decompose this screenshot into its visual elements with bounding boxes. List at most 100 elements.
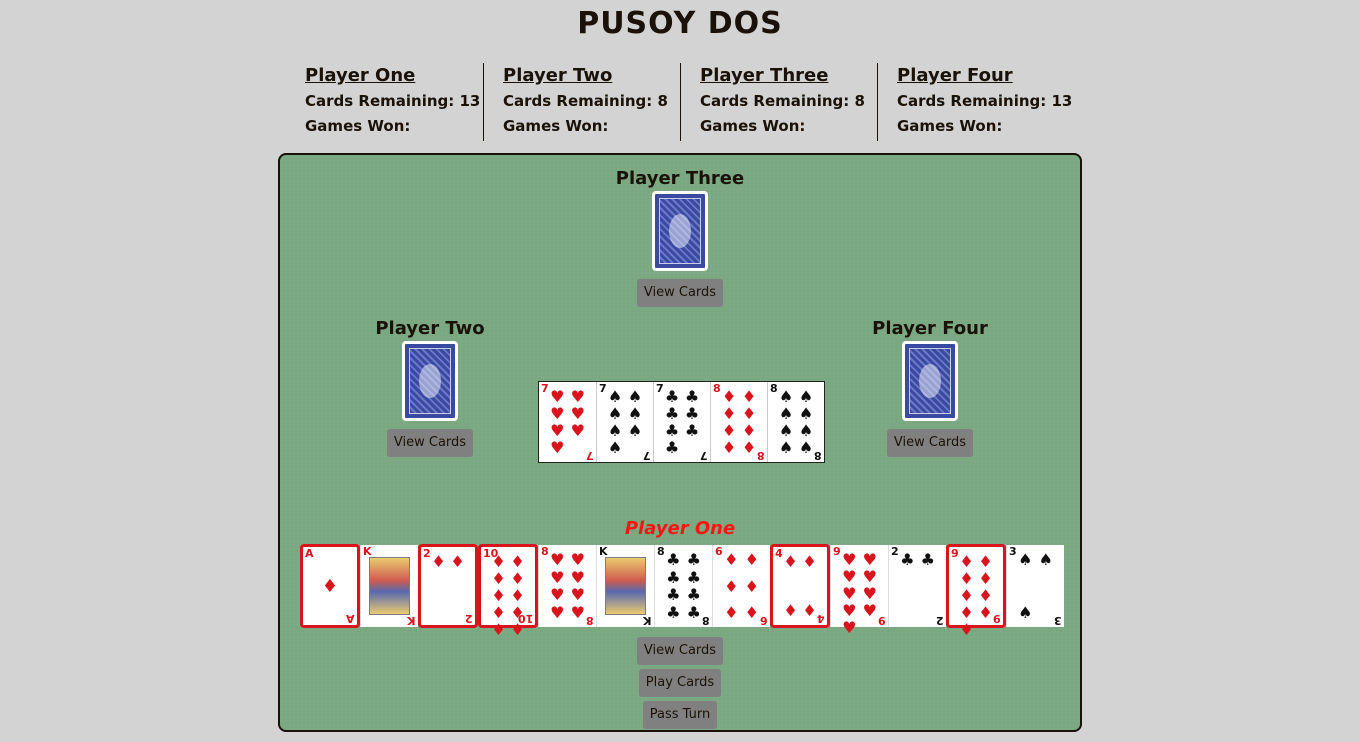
suit-pips: ♦ (311, 553, 349, 619)
suit-icon: ♠ (607, 438, 623, 457)
suit-icon: ♦ (978, 603, 993, 622)
suit-icon: ♥ (570, 567, 585, 587)
suit-icon: ♠ (607, 421, 623, 440)
suit-icon: ♦ (959, 603, 974, 622)
suit-icon: ♠ (627, 421, 643, 440)
view-cards-button[interactable]: View Cards (636, 279, 724, 307)
cards-remaining: Cards Remaining: 13 (305, 92, 481, 110)
suit-icon: ♦ (783, 552, 798, 571)
suit-icon: ♦ (744, 576, 759, 596)
game-table: Player Three View Cards Player Two View … (278, 153, 1082, 732)
suit-icon: ♠ (798, 387, 814, 406)
suit-icon: ♥ (862, 601, 877, 620)
playing-card[interactable]: 8 8 ♣ ♣ ♣ ♣ ♣ ♣ ♣ ♣ (654, 545, 712, 627)
suit-icon: ♥ (550, 438, 565, 457)
playing-card[interactable]: 8 8 ♥ ♥ ♥ ♥ ♥ ♥ ♥ ♥ (538, 545, 596, 627)
playing-card[interactable]: 4 4 ♦ ♦ ♦ ♦ (770, 544, 830, 628)
score-player-two: Player Two Cards Remaining: 8 Games Won: (483, 63, 680, 141)
playing-card[interactable]: 2 2 ♦ ♦ (418, 544, 478, 628)
playing-card: 7 7 ♠ ♠ ♠ ♠ ♠ ♠ ♠ (596, 382, 653, 462)
suit-icon: ♠ (778, 438, 794, 457)
suit-icon: ♦ (491, 569, 506, 588)
suit-icon: ♣ (684, 421, 700, 440)
suit-icon: ♣ (666, 567, 681, 587)
card-back-icon (402, 341, 458, 421)
suit-pips: ♥ ♥ ♥ ♥ ♥ ♥ ♥ ♥ ♥ (839, 551, 880, 636)
suit-icon: ♦ (510, 569, 525, 588)
suit-icon: ♦ (959, 569, 974, 588)
suit-icon: ♦ (491, 620, 506, 639)
suit-icon: ♦ (741, 404, 757, 423)
suit-icon: ♦ (721, 438, 737, 457)
suit-icon: ♦ (978, 569, 993, 588)
playing-card: 7 7 ♣ ♣ ♣ ♣ ♣ ♣ ♣ (653, 382, 710, 462)
suit-icon: ♦ (959, 552, 974, 571)
suit-icon: ♦ (491, 586, 506, 605)
playing-card[interactable]: 3 3 ♠ ♠ ♠ (1006, 545, 1064, 627)
suit-icon: ♦ (510, 603, 525, 622)
playing-card[interactable]: 10 10 ♦ ♦ ♦ ♦ ♦ ♦ ♦ ♦ ♦ ♦ (478, 544, 538, 638)
suit-icon: ♥ (570, 550, 585, 569)
suit-icon: ♠ (1038, 550, 1053, 569)
suit-icon: ♦ (721, 387, 737, 406)
suit-icon: ♠ (1018, 550, 1033, 569)
suit-icon: ♦ (724, 576, 739, 596)
suit-icon: ♣ (664, 438, 680, 457)
view-cards-button[interactable]: View Cards (636, 637, 724, 665)
suit-icon: ♦ (783, 601, 798, 620)
suit-icon: ♦ (741, 438, 757, 457)
scoreboard: Player One Cards Remaining: 13 Games Won… (286, 63, 1074, 141)
playing-card[interactable]: KK (596, 545, 654, 627)
suit-icon: ♦ (978, 586, 993, 605)
player-actions: View Cards Play Cards Pass Turn (280, 637, 1080, 733)
game-title: PUSOY DOS (577, 6, 783, 41)
suit-icon: ♦ (802, 552, 817, 571)
cards-remaining: Cards Remaining: 8 (503, 92, 668, 110)
suit-pips: ♣ ♣ ♣ ♣ ♣ ♣ ♣ ♣ (663, 551, 704, 621)
view-cards-button[interactable]: View Cards (886, 429, 974, 457)
suit-icon: ♦ (721, 404, 737, 423)
suit-icon: ♥ (842, 584, 857, 603)
playing-card[interactable]: 9 9 ♦ ♦ ♦ ♦ ♦ ♦ ♦ ♦ ♦ (946, 544, 1006, 638)
view-cards-button[interactable]: View Cards (386, 429, 474, 457)
seat-player-three: Player Three View Cards (605, 167, 755, 307)
suit-icon: ♣ (664, 404, 680, 423)
playing-card[interactable]: KK (360, 545, 418, 627)
suit-icon: ♦ (724, 603, 739, 622)
playing-card[interactable]: 9 9 ♥ ♥ ♥ ♥ ♥ ♥ ♥ ♥ ♥ (830, 545, 888, 636)
suit-icon: ♦ (724, 550, 739, 569)
seat-name: Player Two (375, 318, 485, 339)
playing-card[interactable]: 2 2 ♣ ♣ (888, 545, 946, 627)
play-cards-button[interactable]: Play Cards (638, 669, 722, 697)
score-player-name: Player Four (897, 65, 1013, 86)
score-player-one: Player One Cards Remaining: 13 Games Won… (286, 63, 483, 141)
suit-icon: ♠ (798, 438, 814, 457)
pass-turn-button[interactable]: Pass Turn (642, 701, 718, 729)
score-player-four: Player Four Cards Remaining: 13 Games Wo… (877, 63, 1074, 141)
playing-card[interactable]: 6 6 ♦ ♦ ♦ ♦ ♦ ♦ (712, 545, 770, 627)
card-rank: K (407, 614, 416, 627)
suit-icon: ♦ (959, 620, 974, 639)
suit-icon: ♦ (321, 575, 339, 597)
suit-icon: ♣ (666, 585, 681, 605)
suit-icon: ♠ (778, 421, 794, 440)
suit-icon: ♣ (684, 404, 700, 423)
suit-icon: ♦ (510, 586, 525, 605)
suit-pips: ♠ ♠ ♠ (1015, 551, 1056, 621)
playing-card[interactable]: A A ♦ (300, 544, 360, 628)
suit-icon: ♥ (550, 602, 565, 622)
suit-icon: ♠ (778, 404, 794, 423)
active-player-name: Player One (624, 518, 736, 539)
suit-pips: ♦ ♦ (429, 553, 467, 619)
suit-icon: ♣ (900, 550, 915, 569)
card-back-icon (652, 191, 708, 271)
suit-icon: ♠ (798, 421, 814, 440)
suit-icon: ♦ (510, 552, 525, 571)
suit-pips: ♦ ♦ ♦ ♦ ♦ ♦ ♦ ♦ ♦ (957, 552, 995, 638)
king-face-icon (369, 557, 410, 615)
suit-icon: ♦ (959, 586, 974, 605)
suit-icon: ♠ (1018, 603, 1033, 622)
suit-pips: ♥ ♥ ♥ ♥ ♥ ♥ ♥ ♥ (547, 551, 588, 621)
suit-icon: ♣ (684, 387, 700, 406)
suit-icon: ♦ (491, 552, 506, 571)
